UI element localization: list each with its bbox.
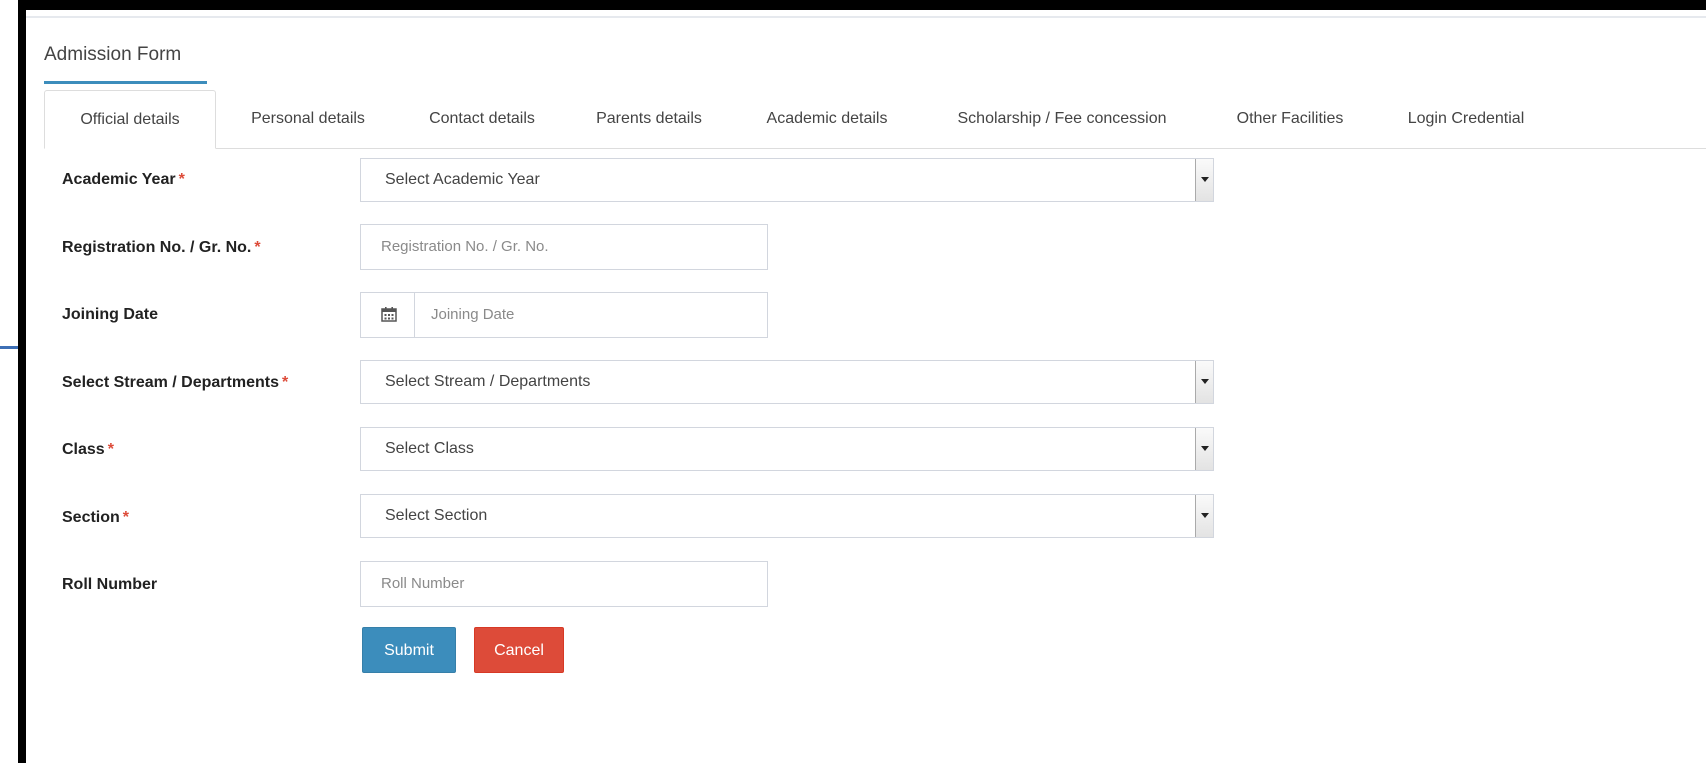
required-marker: *: [107, 441, 114, 458]
required-marker: *: [178, 171, 185, 188]
stream-select-value: Select Stream / Departments: [385, 373, 591, 390]
admission-form-panel: Admission Form Official details Personal…: [26, 10, 1706, 763]
form-tabs: Official details Personal details Contac…: [44, 90, 1706, 149]
required-marker: *: [122, 509, 130, 526]
tab-other-facilities[interactable]: Other Facilities: [1218, 90, 1362, 148]
class-select[interactable]: Select Class: [360, 427, 1214, 471]
accent-line: [0, 346, 18, 349]
academic-year-label: Academic Year *: [62, 171, 185, 189]
chevron-down-icon[interactable]: [1195, 361, 1213, 403]
panel-top-divider: [26, 16, 1706, 18]
academic-year-select[interactable]: Select Academic Year: [360, 158, 1214, 202]
stream-select[interactable]: Select Stream / Departments: [360, 360, 1214, 404]
required-marker: *: [281, 374, 289, 391]
tab-personal-details[interactable]: Personal details: [234, 90, 382, 148]
joining-date-placeholder: Joining Date: [431, 306, 515, 323]
tab-login-credential[interactable]: Login Credential: [1388, 90, 1544, 148]
tab-official-details[interactable]: Official details: [44, 90, 216, 149]
calendar-icon: [381, 307, 397, 322]
tab-contact-details[interactable]: Contact details: [407, 90, 557, 148]
roll-number-label: Roll Number: [62, 576, 157, 594]
roll-number-label-text: Roll Number: [62, 576, 158, 593]
academic-year-select-value: Select Academic Year: [385, 171, 540, 188]
class-label: Class *: [62, 441, 114, 459]
stream-label: Select Stream / Departments *: [62, 374, 288, 392]
frame-left-border: [18, 0, 26, 763]
roll-number-input[interactable]: Roll Number: [360, 561, 768, 607]
registration-no-label: Registration No. / Gr. No. *: [62, 239, 261, 257]
section-select-value: Select Section: [385, 507, 488, 524]
registration-no-input[interactable]: Registration No. / Gr. No.: [360, 224, 768, 270]
joining-date-input[interactable]: Joining Date: [360, 292, 768, 338]
cancel-button[interactable]: Cancel: [474, 627, 564, 673]
section-label: Section *: [62, 509, 129, 527]
academic-year-label-text: Academic Year: [62, 171, 176, 188]
page-title: Admission Form: [44, 44, 182, 65]
class-select-value: Select Class: [385, 440, 474, 457]
joining-date-label-text: Joining Date: [62, 306, 159, 323]
joining-date-label: Joining Date: [62, 306, 158, 324]
required-marker: *: [254, 239, 261, 256]
tab-scholarship-fee-concession[interactable]: Scholarship / Fee concession: [936, 90, 1188, 148]
section-label-text: Section: [62, 509, 120, 526]
date-addon[interactable]: [361, 293, 415, 337]
registration-no-placeholder: Registration No. / Gr. No.: [381, 238, 549, 255]
tab-parents-details[interactable]: Parents details: [577, 90, 721, 148]
submit-button[interactable]: Submit: [362, 627, 456, 673]
section-select[interactable]: Select Section: [360, 494, 1214, 538]
class-label-text: Class: [62, 441, 105, 458]
chevron-down-icon[interactable]: [1195, 159, 1213, 201]
tab-academic-details[interactable]: Academic details: [746, 90, 908, 148]
stream-label-text: Select Stream / Departments: [62, 374, 279, 391]
chevron-down-icon[interactable]: [1195, 428, 1213, 470]
outer-margin: [0, 0, 18, 763]
registration-no-label-text: Registration No. / Gr. No.: [62, 239, 252, 256]
chevron-down-icon[interactable]: [1195, 495, 1213, 537]
title-underline: [44, 81, 207, 84]
roll-number-placeholder: Roll Number: [381, 575, 465, 592]
frame-top-border: [18, 0, 1706, 10]
